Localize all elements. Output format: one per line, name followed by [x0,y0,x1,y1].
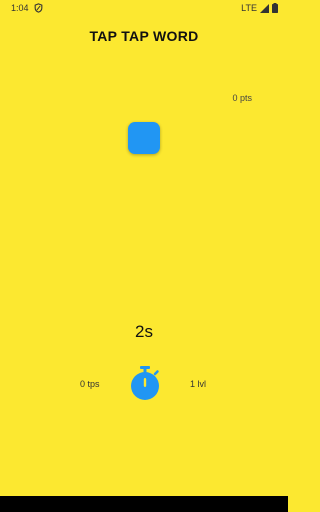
shield-icon [34,3,43,13]
level-indicator: 1 lvl [190,379,207,389]
status-right-group: LTE [241,3,278,13]
app-title: TAP TAP WORD [89,28,199,44]
countdown-timer: 2s [135,322,153,341]
battery-icon [272,3,278,13]
stopwatch-icon[interactable] [130,365,160,401]
status-time: 1:04 [11,3,29,13]
system-nav-bar [0,496,288,512]
taps-per-second: 0 tps [80,379,100,389]
signal-icon [260,3,269,13]
tap-target-button[interactable] [128,122,160,154]
status-bar: 1:04 LTE [0,0,288,16]
points-counter: 0 pts [232,93,252,103]
network-label: LTE [241,3,257,13]
